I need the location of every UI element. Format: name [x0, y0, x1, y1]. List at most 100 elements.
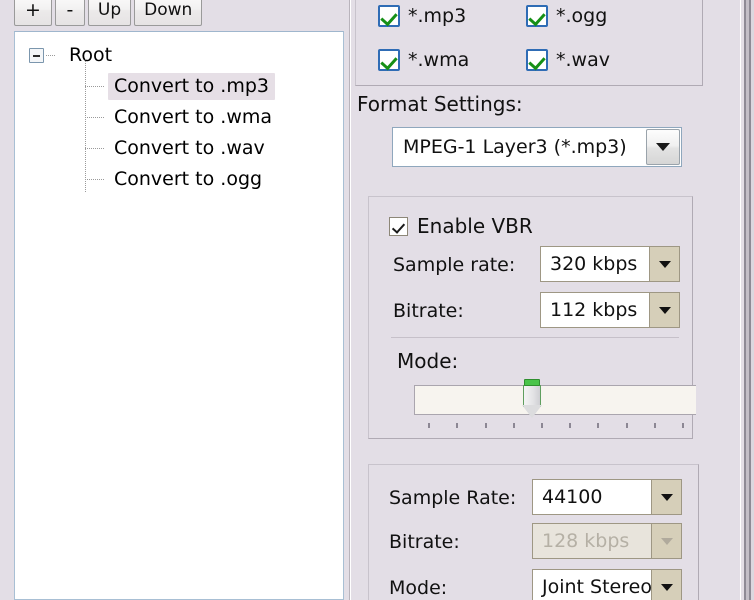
- checkbox-row-wma[interactable]: *.wma: [378, 49, 469, 71]
- checkbox-wav[interactable]: [526, 49, 548, 71]
- bitrate-label: Bitrate:: [389, 531, 460, 553]
- vbr-bitrate-label: Bitrate:: [393, 300, 464, 322]
- vbr-sample-rate-combo[interactable]: 320 kbps: [540, 246, 680, 282]
- vbr-sample-rate-label-row: Sample rate:: [393, 254, 515, 276]
- mode-label-row: Mode:: [389, 577, 447, 599]
- checkbox-enable-vbr[interactable]: [389, 216, 408, 236]
- sample-rate-combo[interactable]: 44100: [532, 479, 682, 515]
- checkbox-row-mp3[interactable]: *.mp3: [378, 5, 466, 27]
- bitrate-dropdown-button: [651, 524, 681, 558]
- slider-tick: [456, 423, 458, 428]
- remove-preset-button[interactable]: -: [54, 0, 85, 26]
- checkbox-label: *.wav: [556, 49, 610, 71]
- chevron-down-icon: [656, 143, 670, 151]
- triangle-down-icon: [660, 583, 673, 591]
- extensions-group: *.mp3 *.ogg *.wma *.wav: [355, 0, 703, 86]
- format-combo[interactable]: MPEG-1 Layer3 (*.mp3): [392, 127, 682, 167]
- slider-thumb-body: [523, 385, 541, 407]
- slider-tick: [428, 423, 430, 428]
- checkbox-wma[interactable]: [378, 49, 400, 71]
- tree-node-convert-ogg[interactable]: Convert to .ogg: [15, 164, 343, 195]
- move-up-button[interactable]: Up: [87, 0, 132, 26]
- add-preset-button[interactable]: +: [14, 0, 52, 26]
- splitter-line: [349, 0, 351, 600]
- slider-tick: [541, 423, 543, 428]
- vbr-bitrate-label-row: Bitrate:: [393, 300, 464, 322]
- tree-connector-line: [46, 55, 55, 56]
- frame-line: [740, 0, 741, 600]
- bitrate-combo: 128 kbps: [532, 523, 682, 559]
- triangle-down-icon: [660, 537, 673, 545]
- slider-tick: [654, 423, 656, 428]
- tree-connector-line: [85, 86, 105, 87]
- checkbox-label: *.wma: [408, 49, 470, 71]
- bitrate-label-row: Bitrate:: [389, 531, 460, 553]
- collapse-expander-icon[interactable]: [29, 48, 44, 63]
- tree-connector-line: [85, 117, 105, 118]
- tree-connector-line: [85, 179, 105, 180]
- tree-node-convert-wma[interactable]: Convert to .wma: [15, 102, 343, 133]
- tree-node-convert-wav[interactable]: Convert to .wav: [15, 133, 343, 164]
- group-divider: [391, 337, 679, 338]
- vbr-sample-rate-value: 320 kbps: [550, 253, 638, 275]
- window-right-frame: [740, 0, 754, 600]
- move-down-button[interactable]: Down: [134, 0, 203, 26]
- vbr-settings-group: Enable VBR Sample rate: 320 kbps Bitrate…: [368, 196, 696, 439]
- bitrate-value: 128 kbps: [542, 530, 630, 552]
- tree-toolbar: + - Up Down: [14, 0, 205, 30]
- checkbox-label: *.ogg: [556, 5, 608, 27]
- tree-node-label: Root: [69, 44, 113, 66]
- checkbox-mp3[interactable]: [378, 5, 400, 27]
- mode-combo[interactable]: Joint Stereo: [532, 569, 682, 600]
- mode-label: Mode:: [389, 577, 448, 599]
- settings-pane: *.mp3 *.ogg *.wma *.wav Format Settings:…: [354, 0, 754, 600]
- vbr-mode-slider-track[interactable]: [414, 385, 696, 415]
- vbr-bitrate-dropdown-button[interactable]: [649, 293, 679, 327]
- slider-tick: [485, 423, 487, 428]
- tree-node-label: Convert to .ogg: [114, 168, 263, 190]
- checkbox-label: *.mp3: [408, 5, 467, 27]
- vbr-bitrate-combo[interactable]: 112 kbps: [540, 292, 680, 328]
- slider-tick: [682, 423, 684, 428]
- format-combo-value: MPEG-1 Layer3 (*.mp3): [403, 136, 627, 158]
- vbr-bitrate-value: 112 kbps: [550, 299, 638, 321]
- tree-node-root[interactable]: Root: [15, 40, 343, 71]
- checkbox-row-wav[interactable]: *.wav: [526, 49, 610, 71]
- mode-dropdown-button[interactable]: [651, 570, 681, 600]
- triangle-down-icon: [660, 493, 673, 501]
- triangle-down-icon: [658, 306, 671, 314]
- triangle-down-icon: [658, 260, 671, 268]
- presets-pane: + - Up Down Root Convert to .mp3 Convert…: [0, 0, 346, 600]
- vbr-mode-slider-ticks: [414, 423, 696, 431]
- checkbox-row-ogg[interactable]: *.ogg: [526, 5, 607, 27]
- vbr-mode-slider-thumb[interactable]: [521, 379, 543, 423]
- slider-tick: [597, 423, 599, 428]
- format-settings-label: Format Settings:: [357, 92, 523, 116]
- enable-vbr-row[interactable]: Enable VBR: [389, 214, 533, 238]
- slider-tick: [513, 423, 515, 428]
- basic-settings-group: Sample Rate: 44100 Bitrate: 128 kbps Mod…: [368, 464, 699, 600]
- converter-settings-window: + - Up Down Root Convert to .mp3 Convert…: [0, 0, 754, 600]
- enable-vbr-label: Enable VBR: [417, 214, 533, 238]
- tree-node-label: Convert to .mp3: [108, 73, 275, 100]
- sample-rate-label: Sample Rate:: [389, 487, 517, 509]
- tree-connector-line: [85, 148, 105, 149]
- tree-node-label: Convert to .wma: [114, 106, 273, 128]
- pane-splitter[interactable]: [346, 0, 354, 600]
- mode-value: Joint Stereo: [542, 576, 651, 598]
- slider-thumb-cap: [524, 379, 540, 386]
- sample-rate-dropdown-button[interactable]: [651, 480, 681, 514]
- tree-node-convert-mp3[interactable]: Convert to .mp3: [15, 71, 343, 102]
- vbr-mode-label: Mode:: [397, 349, 459, 373]
- vbr-sample-rate-dropdown-button[interactable]: [649, 247, 679, 281]
- preset-tree[interactable]: Root Convert to .mp3 Convert to .wma Con…: [14, 31, 344, 600]
- slider-tick: [569, 423, 571, 428]
- format-combo-dropdown-button[interactable]: [646, 129, 680, 165]
- slider-tick: [626, 423, 628, 428]
- checkbox-ogg[interactable]: [526, 5, 548, 27]
- vbr-sample-rate-label: Sample rate:: [393, 254, 516, 276]
- sample-rate-value: 44100: [542, 486, 603, 508]
- sample-rate-label-row: Sample Rate:: [389, 487, 516, 509]
- tree-node-label: Convert to .wav: [114, 137, 265, 159]
- slider-thumb-point: [522, 405, 542, 418]
